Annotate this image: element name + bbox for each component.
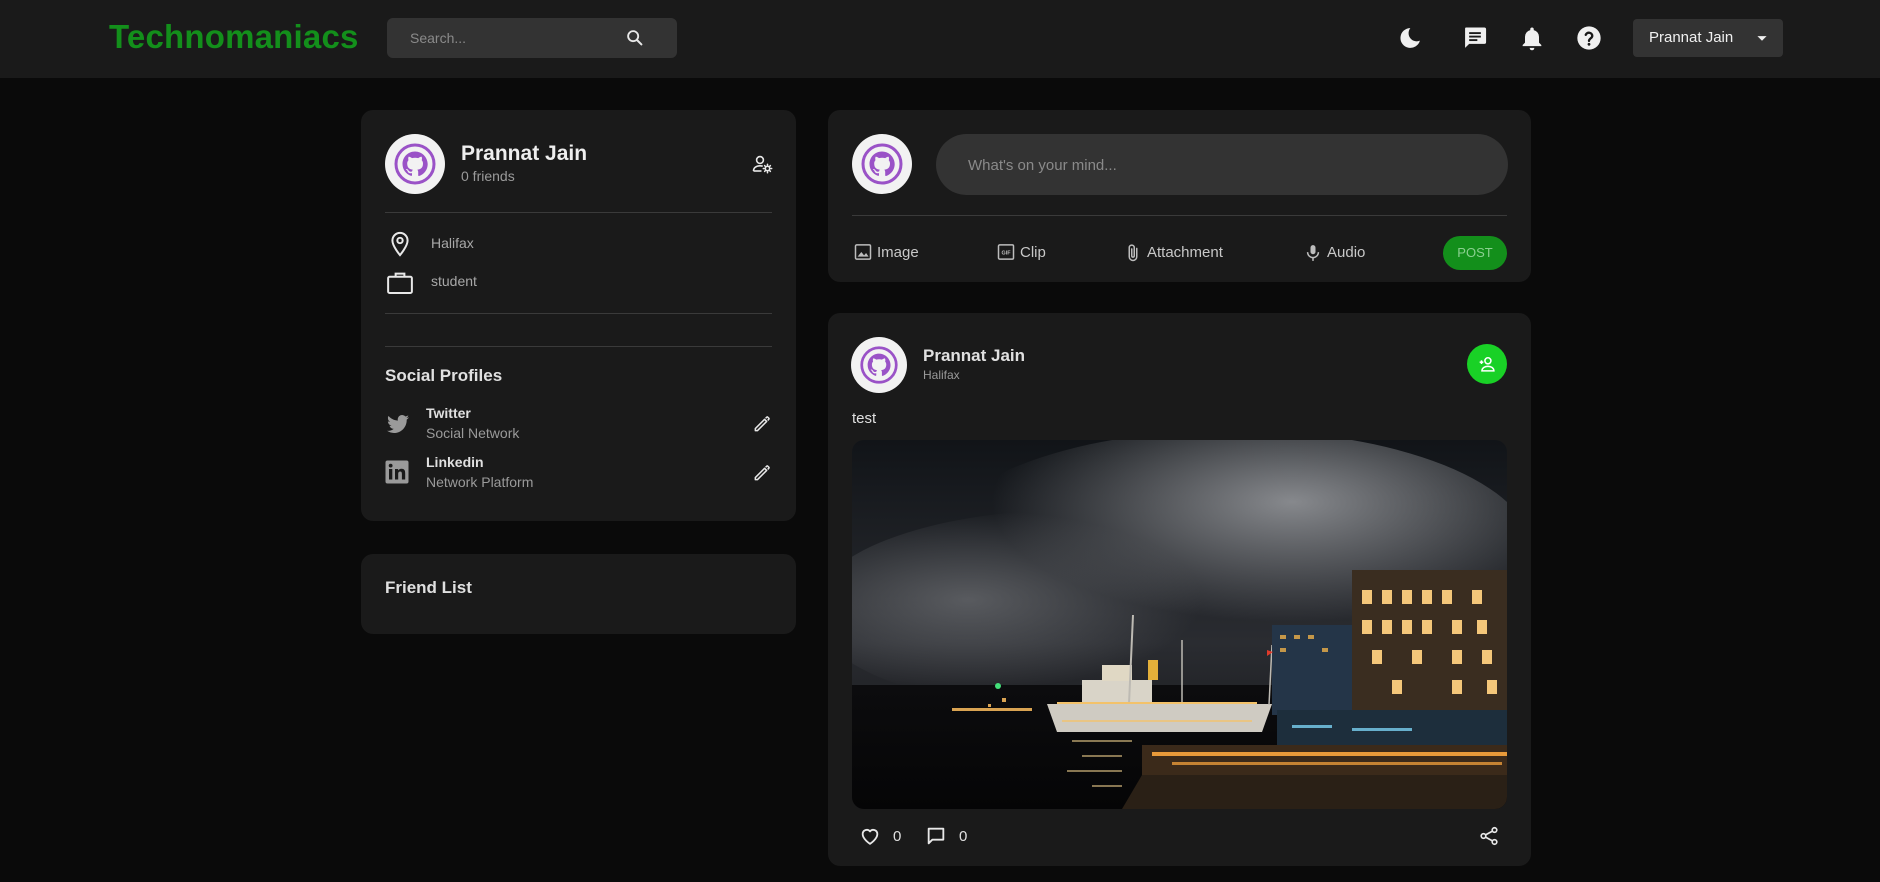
composer-avatar [852, 134, 912, 194]
post-image[interactable] [852, 440, 1507, 809]
chevron-down-icon [1751, 27, 1773, 49]
post-author-avatar[interactable] [851, 337, 907, 393]
edit-linkedin-pencil-icon[interactable] [752, 463, 772, 483]
heart-icon[interactable] [859, 825, 881, 847]
github-icon [860, 346, 898, 384]
linkedin-icon [385, 460, 409, 484]
manage-account-icon[interactable] [750, 152, 774, 176]
user-menu-label: Prannat Jain [1649, 29, 1734, 46]
social-twitter-name: Twitter [426, 405, 471, 421]
search-icon[interactable] [624, 27, 646, 49]
profile-divider-2 [385, 313, 772, 314]
post-button[interactable]: POST [1443, 236, 1507, 270]
composer-clip-label[interactable]: Clip [1020, 244, 1046, 261]
post-author-location: Halifax [923, 368, 960, 382]
location-pin-icon [386, 230, 414, 258]
svg-text:GIF: GIF [1001, 251, 1011, 257]
user-menu-select[interactable]: Prannat Jain [1633, 19, 1783, 57]
whats-on-your-mind-wrapper [936, 134, 1508, 195]
composer-image-label[interactable]: Image [877, 244, 919, 261]
post-author-name[interactable]: Prannat Jain [923, 346, 1025, 366]
post-text-input[interactable] [968, 154, 1448, 176]
profile-divider-3 [385, 346, 772, 347]
post-button-label: POST [1457, 245, 1493, 260]
help-icon[interactable] [1575, 24, 1603, 52]
social-profiles-title: Social Profiles [385, 366, 503, 385]
github-icon [861, 143, 903, 185]
gif-icon[interactable]: GIF [996, 242, 1016, 262]
add-friend-button[interactable] [1467, 344, 1507, 384]
bell-icon[interactable] [1518, 24, 1546, 52]
image-icon[interactable] [853, 242, 873, 262]
search-input[interactable] [410, 28, 610, 48]
share-icon[interactable] [1478, 825, 1500, 847]
edit-twitter-pencil-icon[interactable] [752, 414, 772, 434]
moon-icon[interactable] [1396, 24, 1424, 52]
profile-avatar[interactable] [385, 134, 445, 194]
microphone-icon[interactable] [1303, 242, 1323, 264]
profile-divider [385, 212, 772, 213]
composer-divider [852, 215, 1507, 216]
friend-list-title: Friend List [385, 578, 472, 597]
profile-occupation: student [431, 273, 477, 289]
paperclip-icon[interactable] [1123, 242, 1143, 264]
github-icon [394, 143, 436, 185]
social-linkedin-type: Network Platform [426, 474, 534, 490]
composer-attachment-label[interactable]: Attachment [1147, 244, 1223, 261]
profile-name[interactable]: Prannat Jain [461, 142, 587, 166]
composer-audio-label[interactable]: Audio [1327, 244, 1365, 261]
top-navbar: Technomaniacs Prannat Jain [0, 0, 1880, 78]
post-like-count: 0 [893, 828, 902, 845]
brand-logo[interactable]: Technomaniacs [109, 18, 359, 56]
chat-icon[interactable] [1461, 24, 1489, 52]
social-linkedin-name: Linkedin [426, 454, 484, 470]
profile-friends-count: 0 friends [461, 168, 515, 184]
person-add-icon [1479, 356, 1495, 372]
post-comment-count: 0 [959, 828, 968, 845]
comment-icon[interactable] [925, 825, 947, 847]
briefcase-icon [385, 268, 415, 298]
twitter-icon [385, 412, 411, 436]
post-text: test [852, 410, 877, 427]
harbor-night-photo [852, 440, 1507, 809]
social-twitter-type: Social Network [426, 425, 520, 441]
profile-location: Halifax [431, 235, 474, 251]
